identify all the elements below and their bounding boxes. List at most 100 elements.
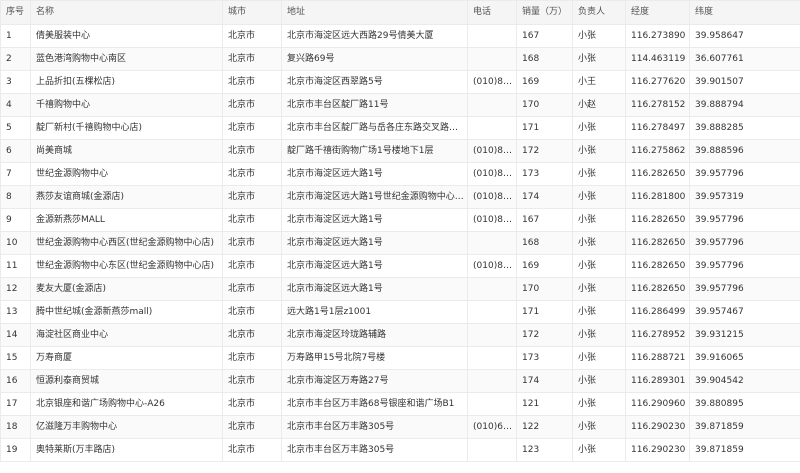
cell-longitude: 114.463119 bbox=[625, 47, 690, 71]
cell-longitude: 116.282650 bbox=[625, 208, 690, 232]
cell-sales: 173 bbox=[516, 162, 573, 186]
table-row[interactable]: 2 蓝色港湾购物中心南区 北京市 复兴路69号 168 小张 114.463119 36.60… bbox=[0, 47, 800, 71]
cell-longitude: 116.282650 bbox=[625, 277, 690, 301]
cell-longitude: 116.277620 bbox=[625, 70, 690, 94]
cell-index: 6 bbox=[0, 139, 31, 163]
cell-owner: 小张 bbox=[572, 208, 626, 232]
cell-index: 3 bbox=[0, 70, 31, 94]
cell-phone bbox=[467, 346, 517, 370]
table-row[interactable]: 4 千禧购物中心 北京市 北京市丰台区靛厂路11号 170 小赵 116.278152 39.… bbox=[0, 93, 800, 117]
cell-name: 海淀社区商业中心 bbox=[30, 323, 223, 347]
table-row[interactable]: 6尚美商城北京市靛厂路千禧街购物广场1号楼地下1层(010)8817785717… bbox=[0, 139, 800, 163]
table-row[interactable]: 18亿滋隆万丰购物中心北京市北京市丰台区万丰路305号(010)63801515… bbox=[0, 415, 800, 439]
header-name[interactable]: 名称 bbox=[30, 0, 223, 25]
cell-longitude: 116.273890 bbox=[625, 24, 690, 48]
cell-address: 北京市海淀区西翠路5号 bbox=[281, 70, 468, 94]
cell-latitude: 39.957796 bbox=[689, 254, 800, 278]
cell-city: 北京市 bbox=[222, 438, 282, 462]
cell-name: 倩美服装中心 bbox=[30, 24, 223, 48]
cell-phone bbox=[467, 369, 517, 393]
cell-longitude: 116.275862 bbox=[625, 139, 690, 163]
cell-address: 北京市海淀区远大路1号 bbox=[281, 231, 468, 255]
table-row[interactable]: 5 靛厂新村(千禧购物中心店) 北京市 北京市丰台区靛厂路与岳各庄东路交叉路口东北角 1… bbox=[0, 116, 800, 140]
header-longitude[interactable]: 经度 bbox=[625, 0, 690, 25]
header-owner[interactable]: 负责人 bbox=[572, 0, 626, 25]
cell-address: 北京市海淀区万寿路27号 bbox=[281, 369, 468, 393]
table-row[interactable]: 10 世纪金源购物中心西区(世纪金源购物中心店) 北京市 北京市海淀区远大路1号 168… bbox=[0, 231, 800, 255]
cell-address: 万寿路甲15号北院7号楼 bbox=[281, 346, 468, 370]
cell-sales: 121 bbox=[516, 392, 573, 416]
cell-phone: (010)63801515 bbox=[467, 415, 517, 439]
cell-latitude: 39.957796 bbox=[689, 208, 800, 232]
table-row[interactable]: 9金源新燕莎MALL北京市北京市海淀区远大路1号(010)88874611167… bbox=[0, 208, 800, 232]
table-row[interactable]: 12 麦友大厦(金源店) 北京市 北京市海淀区远大路1号 170 小张 116.282650… bbox=[0, 277, 800, 301]
table-row[interactable]: 15 万寿商厦 北京市 万寿路甲15号北院7号楼 173 小张 116.288721 39.9… bbox=[0, 346, 800, 370]
cell-sales: 171 bbox=[516, 300, 573, 324]
cell-name: 亿滋隆万丰购物中心 bbox=[30, 415, 223, 439]
cell-latitude: 39.871859 bbox=[689, 438, 800, 462]
cell-name: 万寿商厦 bbox=[30, 346, 223, 370]
cell-city: 北京市 bbox=[222, 70, 282, 94]
cell-address: 复兴路69号 bbox=[281, 47, 468, 71]
cell-latitude: 39.957796 bbox=[689, 162, 800, 186]
cell-index: 8 bbox=[0, 185, 31, 209]
table-row[interactable]: 3上品折扣(五棵松店)北京市北京市海淀区西翠路5号(010)8828335016… bbox=[0, 70, 800, 94]
cell-name: 腾中世纪城(金源新燕莎mall) bbox=[30, 300, 223, 324]
header-sales[interactable]: 销量（万） bbox=[516, 0, 573, 25]
data-table: 序号 名称 城市 地址 电话 销量（万） 负责人 经度 纬度 1 倩美服装中心 北京市 北京市海淀区远… bbox=[0, 0, 800, 462]
cell-latitude: 39.931215 bbox=[689, 323, 800, 347]
table-body: 1 倩美服装中心 北京市 北京市海淀区远大西路29号倩美大厦 167 小张 116.2738… bbox=[0, 24, 800, 462]
header-index[interactable]: 序号 bbox=[0, 0, 31, 25]
cell-city: 北京市 bbox=[222, 231, 282, 255]
cell-address: 北京市海淀区远大路1号世纪金源购物中心1层 bbox=[281, 185, 468, 209]
cell-address: 北京市丰台区万丰路305号 bbox=[281, 438, 468, 462]
cell-latitude: 39.957796 bbox=[689, 277, 800, 301]
cell-owner: 小张 bbox=[572, 116, 626, 140]
cell-longitude: 116.289301 bbox=[625, 369, 690, 393]
cell-longitude: 116.278497 bbox=[625, 116, 690, 140]
cell-owner: 小张 bbox=[572, 254, 626, 278]
cell-sales: 172 bbox=[516, 323, 573, 347]
header-latitude[interactable]: 纬度 bbox=[689, 0, 800, 25]
cell-latitude: 39.916065 bbox=[689, 346, 800, 370]
cell-phone: (010)88177857 bbox=[467, 139, 517, 163]
cell-address: 北京市海淀区远大路1号 bbox=[281, 162, 468, 186]
cell-owner: 小王 bbox=[572, 70, 626, 94]
cell-name: 恒源利泰商贸城 bbox=[30, 369, 223, 393]
table-row[interactable]: 8 燕莎友谊商城(金源店) 北京市 北京市海淀区远大路1号世纪金源购物中心1层 (010… bbox=[0, 185, 800, 209]
cell-index: 18 bbox=[0, 415, 31, 439]
cell-longitude: 116.278952 bbox=[625, 323, 690, 347]
header-address[interactable]: 地址 bbox=[281, 0, 468, 25]
cell-sales: 174 bbox=[516, 185, 573, 209]
cell-phone bbox=[467, 47, 517, 71]
cell-phone bbox=[467, 323, 517, 347]
cell-phone: (010)88874611 bbox=[467, 208, 517, 232]
table-row[interactable]: 16 恒源利泰商贸城 北京市 北京市海淀区万寿路27号 174 小张 116.289301 3… bbox=[0, 369, 800, 393]
table-row[interactable]: 13 腾中世纪城(金源新燕莎mall) 北京市 远大路1号1层z1001 171 小张 11… bbox=[0, 300, 800, 324]
cell-city: 北京市 bbox=[222, 254, 282, 278]
cell-city: 北京市 bbox=[222, 369, 282, 393]
cell-owner: 小张 bbox=[572, 231, 626, 255]
cell-index: 4 bbox=[0, 93, 31, 117]
table-row[interactable]: 1 倩美服装中心 北京市 北京市海淀区远大西路29号倩美大厦 167 小张 116.2738… bbox=[0, 24, 800, 48]
table-row[interactable]: 14 海淀社区商业中心 北京市 北京市海淀区玲珑路辅路 172 小张 116.278952 3… bbox=[0, 323, 800, 347]
cell-owner: 小张 bbox=[572, 415, 626, 439]
table-row[interactable]: 19 奥特莱斯(万丰路店) 北京市 北京市丰台区万丰路305号 123 小张 116.290… bbox=[0, 438, 800, 462]
table-row[interactable]: 7世纪金源购物中心北京市北京市海淀区远大路1号(010)88875888173小… bbox=[0, 162, 800, 186]
header-city[interactable]: 城市 bbox=[222, 0, 282, 25]
table-row[interactable]: 17 北京银座和谐广场购物中心-A26 北京市 北京市丰台区万丰路68号银座和谐广场B… bbox=[0, 392, 800, 416]
cell-owner: 小张 bbox=[572, 392, 626, 416]
cell-name: 北京银座和谐广场购物中心-A26 bbox=[30, 392, 223, 416]
table-row[interactable]: 11 世纪金源购物中心东区(世纪金源购物中心店) 北京市 北京市海淀区远大路1号 (01… bbox=[0, 254, 800, 278]
cell-sales: 168 bbox=[516, 231, 573, 255]
cell-city: 北京市 bbox=[222, 24, 282, 48]
cell-sales: 170 bbox=[516, 93, 573, 117]
cell-owner: 小张 bbox=[572, 139, 626, 163]
cell-phone bbox=[467, 438, 517, 462]
cell-address: 北京市丰台区靛厂路与岳各庄东路交叉路口东北角 bbox=[281, 116, 468, 140]
cell-latitude: 39.888794 bbox=[689, 93, 800, 117]
cell-city: 北京市 bbox=[222, 93, 282, 117]
cell-phone bbox=[467, 24, 517, 48]
cell-latitude: 39.957319 bbox=[689, 185, 800, 209]
header-phone[interactable]: 电话 bbox=[467, 0, 517, 25]
